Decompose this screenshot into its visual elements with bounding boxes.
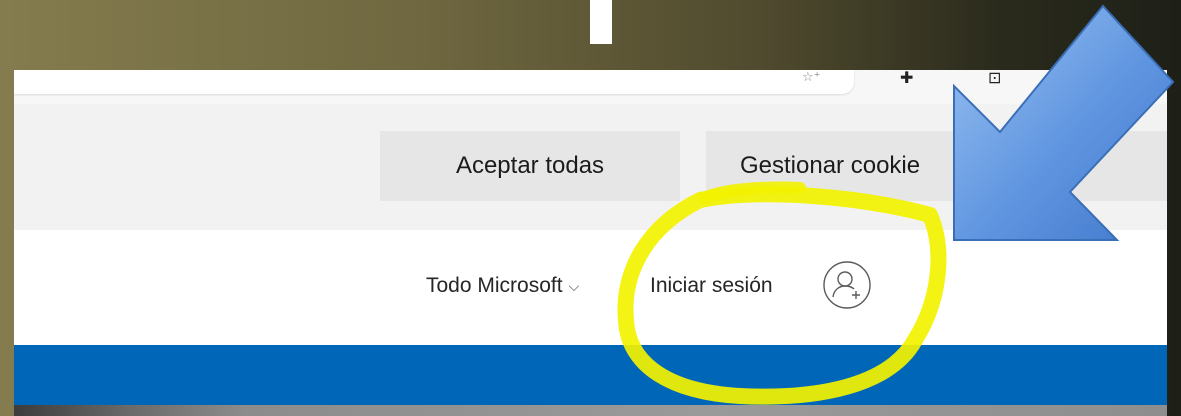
- accept-all-cookies-button[interactable]: Aceptar todas: [380, 131, 680, 201]
- sign-in-avatar-icon[interactable]: [822, 260, 872, 310]
- hero-image: [14, 405, 1167, 416]
- cookie-banner: Aceptar todas Gestionar cookie: [14, 104, 1167, 230]
- chevron-down-icon: ⌵: [568, 277, 580, 294]
- collections-icon[interactable]: ⊡: [988, 70, 1001, 90]
- site-header: Todo Microsoft ⌵ Iniciar sesión: [14, 230, 1167, 345]
- manage-cookies-button[interactable]: Gestionar cookie: [706, 131, 1167, 201]
- screenshot-frame: ☆⁺ ✚ ⊡ Aceptar todas Gestionar cookie To…: [0, 0, 1181, 416]
- blue-banner: [14, 345, 1167, 405]
- top-edge-mark: [590, 0, 612, 44]
- add-favorite-icon[interactable]: ☆⁺: [802, 70, 824, 86]
- address-bar[interactable]: ☆⁺: [14, 70, 854, 94]
- sign-in-link[interactable]: Iniciar sesión: [650, 274, 773, 298]
- favorites-icon[interactable]: ✚: [900, 70, 913, 90]
- all-microsoft-menu[interactable]: Todo Microsoft ⌵: [426, 274, 579, 298]
- browser-toolbar: ☆⁺ ✚ ⊡: [14, 70, 1167, 105]
- all-microsoft-label: Todo Microsoft: [426, 274, 563, 297]
- browser-page: ☆⁺ ✚ ⊡ Aceptar todas Gestionar cookie To…: [14, 70, 1167, 416]
